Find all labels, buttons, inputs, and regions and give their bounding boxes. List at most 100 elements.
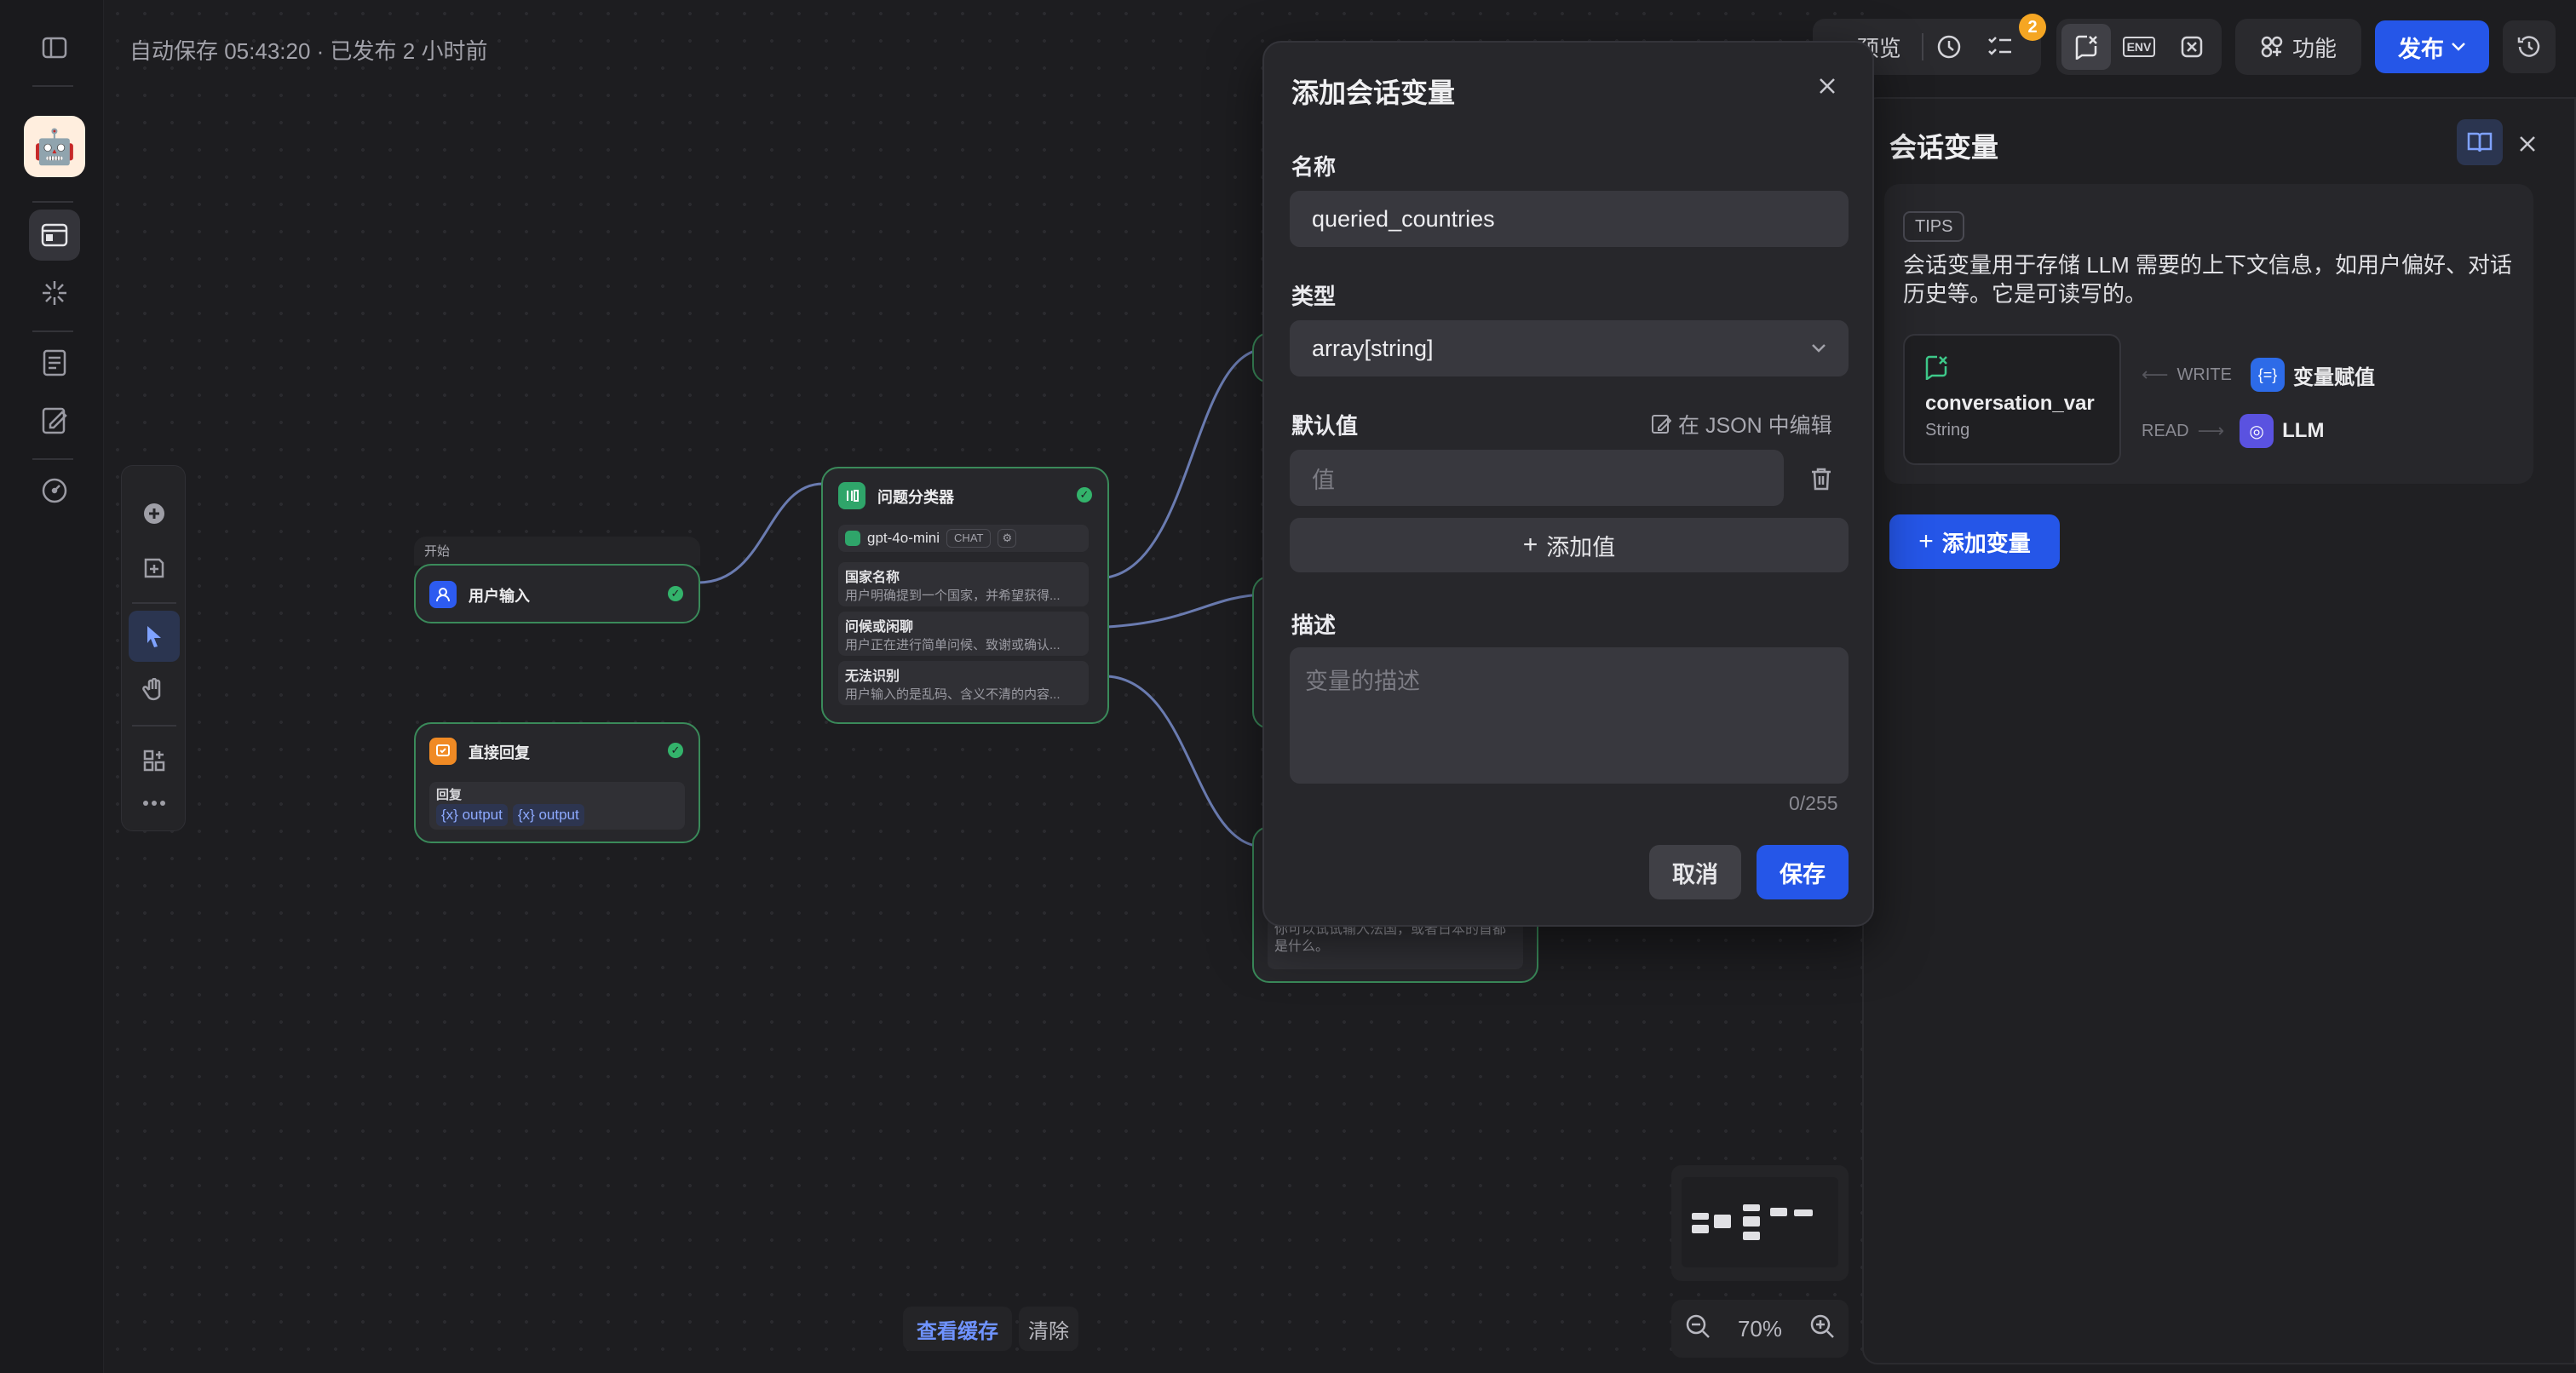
user-input-icon <box>429 581 457 608</box>
read-flow: READ ⟶ ◎ LLM <box>2142 414 2324 448</box>
model-selector[interactable]: gpt-4o-mini CHAT ⚙ <box>838 525 1089 552</box>
name-label: 名称 <box>1291 154 1337 180</box>
openai-icon <box>845 531 860 546</box>
write-target: 变量赋值 <box>2292 365 2375 389</box>
type-label: 类型 <box>1291 284 1337 309</box>
publish-label: 发布 <box>2398 36 2444 62</box>
json-edit-link[interactable]: 在 JSON 中编辑 <box>1651 409 1832 439</box>
json-edit-label: 在 JSON 中编辑 <box>1678 414 1832 438</box>
type-select[interactable]: array[string] <box>1290 320 1849 376</box>
env-variables-icon[interactable]: ENV <box>2114 24 2164 70</box>
conversation-variables-icon[interactable] <box>2061 24 2111 70</box>
chevron-down-icon <box>2452 43 2465 51</box>
class-title: 无法识别 <box>845 669 900 684</box>
clear-button[interactable]: 清除 <box>1019 1307 1078 1351</box>
direct-reply-title: 直接回复 <box>469 744 530 761</box>
read-target: LLM <box>2282 419 2325 442</box>
add-value-button[interactable]: + 添加值 <box>1290 518 1849 572</box>
checklist-icon[interactable] <box>1975 24 2026 70</box>
minimap[interactable] <box>1671 1165 1849 1281</box>
plus-icon: + <box>1522 531 1538 559</box>
modal-title: 添加会话变量 <box>1291 78 1456 108</box>
model-type-badge: CHAT <box>946 529 992 548</box>
tool-palette <box>121 465 186 831</box>
features-icon <box>2261 36 2283 58</box>
class-item: 国家名称 用户明确提到一个国家，并希望获得... <box>838 562 1089 606</box>
llm-icon: ◎ <box>2240 414 2274 448</box>
palette-divider <box>132 725 176 727</box>
reply-content: 回复 {x} output {x} output <box>429 782 685 830</box>
hand-icon[interactable] <box>129 665 180 716</box>
add-value-label: 添加值 <box>1546 534 1616 560</box>
output-variable-chip: {x} output <box>436 804 508 826</box>
class-desc: 用户正在进行简单问候、致谢或确认... <box>845 638 1061 652</box>
variables-toolbar-group: ENV <box>2056 19 2222 75</box>
classifier-icon <box>838 482 865 509</box>
add-note-icon[interactable] <box>129 543 180 594</box>
description-label: 描述 <box>1291 612 1337 638</box>
class-item: 问候或闲聊 用户正在进行简单问候、致谢或确认... <box>838 612 1089 656</box>
direct-reply-node[interactable]: 直接回复 ✓ 回复 {x} output {x} output <box>414 722 700 843</box>
more-icon[interactable] <box>129 778 180 829</box>
default-value-input[interactable]: 值 <box>1290 450 1784 506</box>
add-node-icon[interactable] <box>129 488 180 539</box>
zoom-controls: 70% <box>1671 1300 1849 1358</box>
zoom-out-icon[interactable] <box>1685 1313 1711 1345</box>
default-value-label: 默认值 <box>1291 413 1359 439</box>
tips-text: 会话变量用于存储 LLM 需要的上下文信息，如用户偏好、对话历史等。它是可读写的… <box>1903 252 2513 307</box>
question-classifier-node[interactable]: 问题分类器 ✓ gpt-4o-mini CHAT ⚙ 国家名称 用户明确提到一个… <box>821 467 1109 724</box>
reply-icon <box>429 738 457 765</box>
features-button[interactable]: 功能 <box>2235 19 2361 75</box>
modal-close-icon[interactable] <box>1814 73 1840 99</box>
read-label: READ <box>2142 421 2189 440</box>
success-icon: ✓ <box>1077 487 1092 503</box>
write-label: WRITE <box>2176 365 2232 384</box>
view-cache-button[interactable]: 查看缓存 <box>903 1307 1012 1351</box>
conversation-variable-icon <box>1925 355 1947 380</box>
reply-label: 回复 <box>436 788 463 802</box>
start-node-header: 开始 <box>414 537 700 566</box>
write-flow: ⟵ WRITE {=} 变量赋值 <box>2142 358 2375 392</box>
palette-divider <box>132 602 176 604</box>
tips-tag: TIPS <box>1903 211 1965 242</box>
run-history-icon[interactable] <box>1923 24 1975 70</box>
model-settings-icon[interactable]: ⚙ <box>998 529 1017 548</box>
variable-assigner-icon: {=} <box>2250 358 2285 392</box>
version-history-button[interactable] <box>2503 20 2556 73</box>
plus-icon: + <box>1918 527 1934 555</box>
model-name: gpt-4o-mini <box>867 530 940 546</box>
panel-title: 会话变量 <box>1889 132 1999 163</box>
features-label: 功能 <box>2291 35 2337 61</box>
class-title: 国家名称 <box>845 571 900 585</box>
docs-book-icon[interactable] <box>2457 119 2503 165</box>
edit-icon <box>1652 415 1671 434</box>
start-node-title: 用户输入 <box>469 588 530 605</box>
cancel-button[interactable]: 取消 <box>1649 845 1741 899</box>
success-icon: ✓ <box>668 743 683 758</box>
history-icon <box>2517 36 2540 57</box>
example-var-name: conversation_var <box>1925 392 2095 415</box>
success-icon: ✓ <box>668 586 683 601</box>
publish-button[interactable]: 发布 <box>2375 20 2489 73</box>
pointer-icon[interactable] <box>129 611 180 662</box>
zoom-level[interactable]: 70% <box>1738 1316 1782 1342</box>
type-value: array[string] <box>1312 335 1434 361</box>
zoom-in-icon[interactable] <box>1809 1313 1835 1345</box>
description-counter: 0/255 <box>1789 792 1838 814</box>
start-node-tag: 开始 <box>424 544 451 559</box>
arrow-right-icon: ⟶ <box>2197 420 2225 441</box>
start-node[interactable]: 用户输入 ✓ <box>414 564 700 623</box>
class-item: 无法识别 用户输入的是乱码、含义不清的内容... <box>838 661 1089 705</box>
save-button[interactable]: 保存 <box>1757 845 1849 899</box>
class-desc: 用户输入的是乱码、含义不清的内容... <box>845 687 1061 702</box>
panel-close-icon[interactable] <box>2513 129 2542 158</box>
system-variables-icon[interactable] <box>2167 24 2217 70</box>
classifier-title: 问题分类器 <box>877 489 954 506</box>
add-variable-button[interactable]: + 添加变量 <box>1889 514 2060 569</box>
name-input[interactable]: queried_countries <box>1290 191 1849 247</box>
delete-value-icon[interactable] <box>1804 462 1838 496</box>
minimap-viewport <box>1682 1177 1838 1267</box>
description-textarea[interactable]: 变量的描述 <box>1290 647 1849 784</box>
class-title: 问候或闲聊 <box>845 620 914 635</box>
class-desc: 用户明确提到一个国家，并希望获得... <box>845 589 1061 603</box>
